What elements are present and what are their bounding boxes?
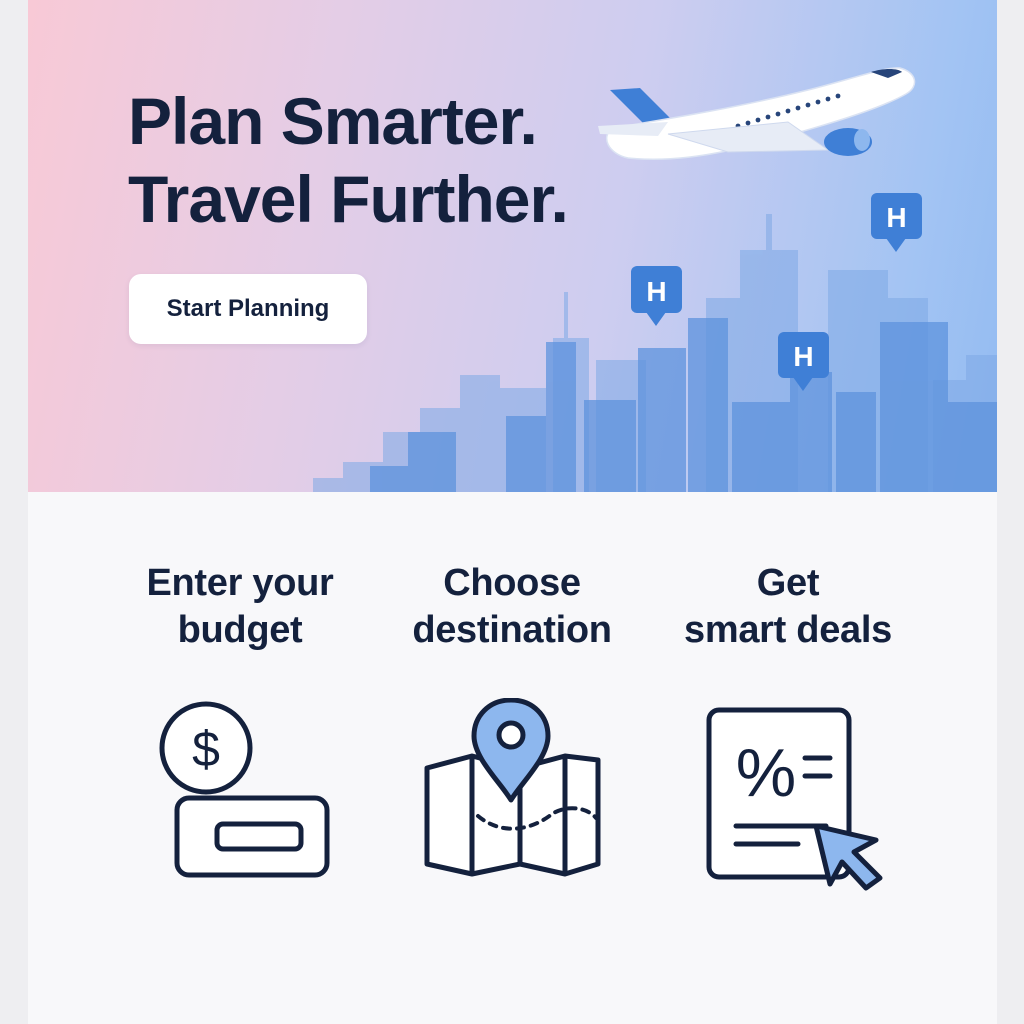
hero-title-line-1: Plan Smarter. xyxy=(128,84,538,158)
dollar-sign-icon: $ xyxy=(192,721,220,777)
step-destination: Choose destination xyxy=(382,560,642,877)
step-label: Enter your budget xyxy=(110,560,370,654)
start-planning-button[interactable]: Start Planning xyxy=(129,274,367,344)
steps-section: Enter your budget $ Choose destination G… xyxy=(28,560,997,920)
hotel-marker-icon: H xyxy=(631,266,682,326)
airplane-icon xyxy=(598,67,916,160)
deals-document-icon: % xyxy=(706,707,883,891)
hotel-marker-letter: H xyxy=(646,276,666,307)
hero-banner: H H H Plan Smarter. Travel Further. Star… xyxy=(28,0,997,492)
step-label: Choose destination xyxy=(382,560,642,654)
step-budget: Enter your budget $ xyxy=(110,560,370,878)
map-pin-icon xyxy=(424,698,601,877)
step-label: Get smart deals xyxy=(658,560,918,654)
step-label-line-2: budget xyxy=(177,609,303,651)
step-label-line-2: smart deals xyxy=(684,609,892,651)
step-label-line-1: Enter your xyxy=(146,562,334,604)
hero-title-line-2: Travel Further. xyxy=(128,162,569,236)
hotel-marker-letter: H xyxy=(793,341,813,372)
step-label-line-1: Choose xyxy=(443,562,581,604)
budget-icon: $ xyxy=(159,701,330,878)
percent-icon: % xyxy=(736,735,796,811)
step-label-line-1: Get xyxy=(756,562,820,604)
step-label-line-2: destination xyxy=(412,609,612,651)
step-deals: Get smart deals % xyxy=(658,560,918,891)
hero-title: Plan Smarter. Travel Further. xyxy=(128,82,569,238)
hotel-marker-icon: H xyxy=(871,193,922,252)
hotel-marker-letter: H xyxy=(886,202,906,233)
hero-illustration: H H H xyxy=(313,67,997,492)
landing-page: H H H Plan Smarter. Travel Further. Star… xyxy=(28,0,997,1024)
